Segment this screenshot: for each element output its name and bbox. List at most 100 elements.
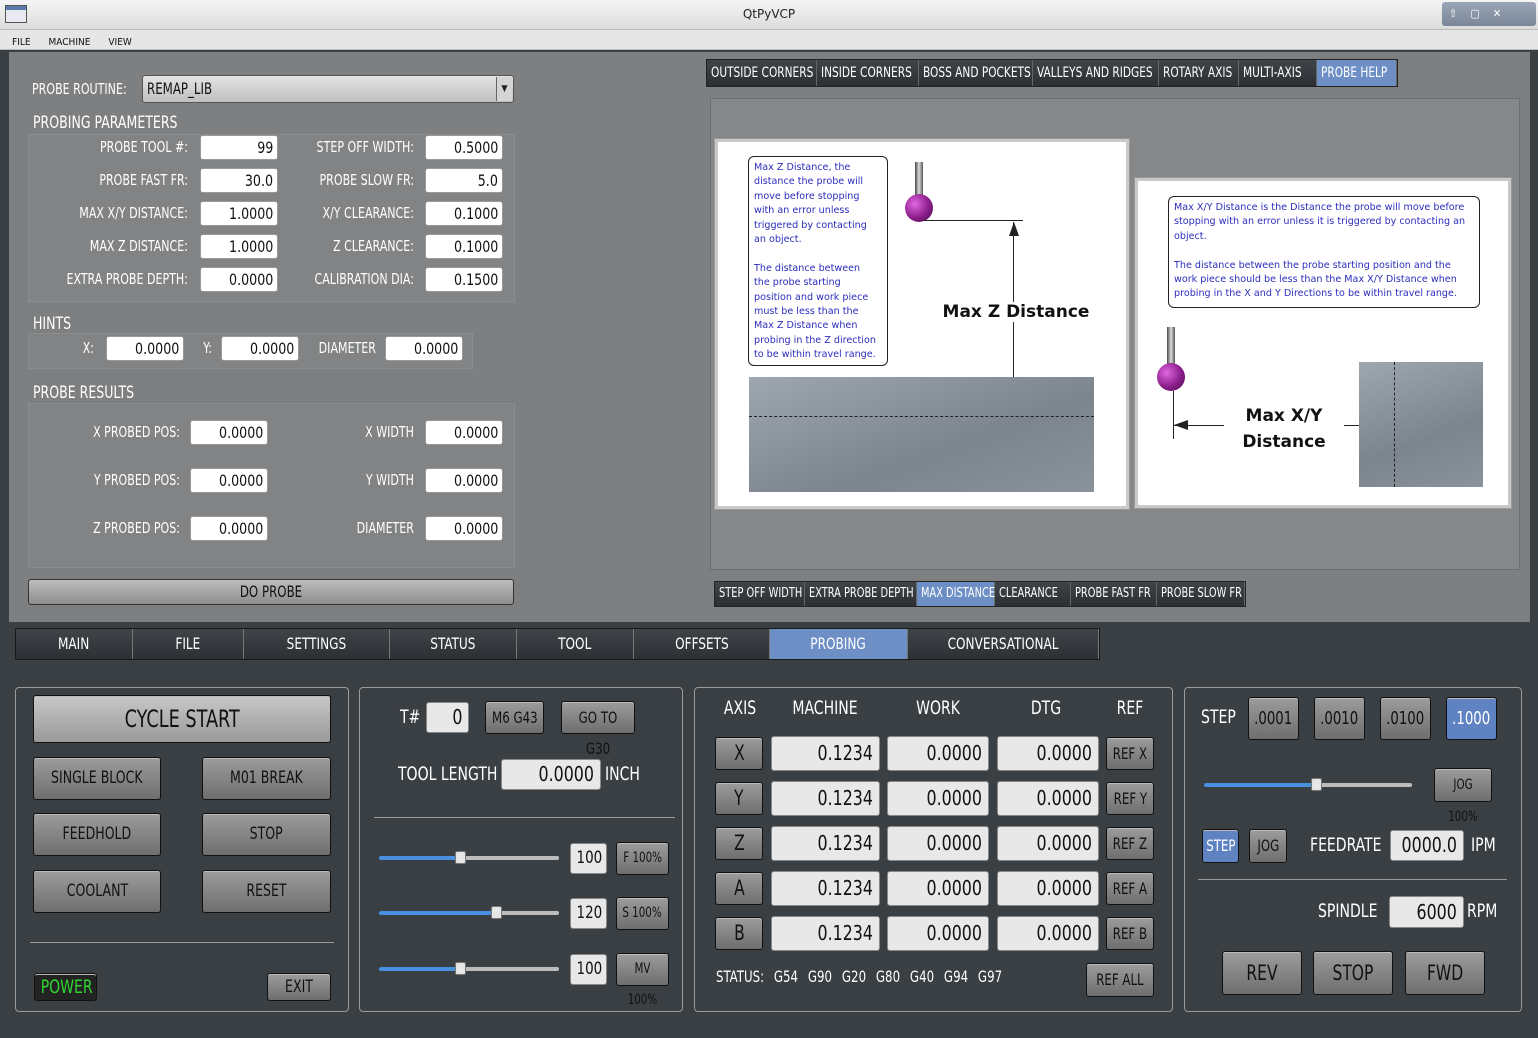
probe-ball-icon-2: [1157, 363, 1185, 391]
help-subtab[interactable]: PROBE FAST FR: [1071, 582, 1157, 606]
m6-g43-button[interactable]: M6 G43: [485, 701, 544, 734]
help-subtab[interactable]: PROBE SLOW FR: [1157, 582, 1245, 606]
step-size-button[interactable]: .0001: [1248, 697, 1299, 740]
main-tab[interactable]: OFFSETS: [634, 629, 770, 659]
spindle-stop-button[interactable]: STOP: [1313, 951, 1393, 995]
probe-results-header: PROBE RESULTS: [33, 383, 135, 403]
ref-axis-button[interactable]: REF Z: [1106, 827, 1154, 860]
ref-axis-button[interactable]: REF X: [1106, 737, 1154, 770]
go-to-g30-button[interactable]: GO TO G30: [561, 701, 635, 758]
help-tab[interactable]: BOSS AND POCKETS: [919, 60, 1033, 86]
result-label-2: Y WIDTH: [365, 471, 414, 489]
help-tab[interactable]: OUTSIDE CORNERS: [707, 60, 817, 86]
cycle-start-button[interactable]: CYCLE START: [33, 695, 331, 743]
axis-button[interactable]: Z: [715, 827, 763, 860]
main-tab[interactable]: FILE: [133, 629, 244, 659]
param-field-2[interactable]: 0.1000: [425, 234, 503, 259]
override-slider[interactable]: [379, 851, 559, 864]
jog-override-button[interactable]: JOG 100%: [1434, 768, 1492, 825]
help-tab[interactable]: PROBE HELP: [1317, 60, 1397, 86]
help-subtab[interactable]: CLEARANCE: [995, 582, 1071, 606]
maximize-up-icon[interactable]: ⇧: [1442, 2, 1464, 26]
single-block-button[interactable]: SINGLE BLOCK: [33, 757, 161, 800]
param-field[interactable]: 30.0: [200, 168, 278, 193]
result-field[interactable]: 0.0000: [190, 468, 268, 493]
ref-axis-button[interactable]: REF B: [1106, 917, 1154, 950]
override-reset-button[interactable]: MV 100%: [616, 953, 669, 1008]
tool-number-field[interactable]: 0: [426, 702, 469, 733]
close-icon[interactable]: ✕: [1486, 2, 1508, 26]
exit-button[interactable]: EXIT: [267, 973, 331, 1001]
reset-button[interactable]: RESET: [202, 870, 331, 913]
dtg-position: 0.0000: [997, 871, 1099, 906]
stop-button[interactable]: STOP: [202, 813, 331, 856]
main-tab[interactable]: MAIN: [16, 629, 133, 659]
help-tab[interactable]: INSIDE CORNERS: [817, 60, 919, 86]
main-tab[interactable]: SETTINGS: [244, 629, 390, 659]
do-probe-button[interactable]: DO PROBE: [28, 579, 514, 605]
power-button[interactable]: POWER: [34, 973, 97, 1001]
result-field[interactable]: 0.0000: [190, 420, 268, 445]
menu-view[interactable]: VIEW: [108, 34, 131, 52]
override-reset-button[interactable]: F 100%: [616, 842, 669, 875]
ref-all-button[interactable]: REF ALL: [1086, 963, 1154, 997]
feedhold-button[interactable]: FEEDHOLD: [33, 813, 161, 856]
override-value[interactable]: 100: [570, 954, 607, 985]
main-tab[interactable]: STATUS: [390, 629, 517, 659]
param-field[interactable]: 99: [200, 135, 278, 160]
help-subtab[interactable]: MAX DISTANCE: [917, 582, 995, 606]
axis-button[interactable]: Y: [715, 782, 763, 815]
param-field-2[interactable]: 5.0: [425, 168, 503, 193]
m01-break-button[interactable]: M01 BREAK: [202, 757, 331, 800]
coolant-button[interactable]: COOLANT: [33, 870, 161, 913]
step-size-button[interactable]: .1000: [1446, 697, 1497, 740]
hint-diameter-field[interactable]: 0.0000: [385, 336, 463, 361]
axis-button[interactable]: A: [715, 872, 763, 905]
result-field-2[interactable]: 0.0000: [425, 516, 503, 541]
result-field[interactable]: 0.0000: [190, 516, 268, 541]
help-tab[interactable]: ROTARY AXIS: [1159, 60, 1239, 86]
hint-x-field[interactable]: 0.0000: [106, 336, 184, 361]
override-value[interactable]: 120: [570, 898, 607, 929]
hint-y-field[interactable]: 0.0000: [221, 336, 299, 361]
menu-file[interactable]: FILE: [12, 34, 31, 52]
ref-axis-button[interactable]: REF A: [1106, 872, 1154, 905]
result-field-2[interactable]: 0.0000: [425, 420, 503, 445]
override-slider[interactable]: [379, 906, 559, 919]
tool-length-field[interactable]: 0.0000: [501, 759, 601, 790]
chevron-down-icon[interactable]: ▼: [496, 77, 512, 101]
main-tab[interactable]: PROBING: [770, 629, 908, 659]
step-size-button[interactable]: .0100: [1380, 697, 1431, 740]
jog-speed-slider[interactable]: [1204, 778, 1412, 791]
restore-icon[interactable]: ▢: [1464, 2, 1486, 26]
ref-axis-button[interactable]: REF Y: [1106, 782, 1154, 815]
override-slider[interactable]: [379, 962, 559, 975]
param-field-2[interactable]: 0.1000: [425, 201, 503, 226]
param-field[interactable]: 0.0000: [200, 267, 278, 292]
step-mode-button[interactable]: STEP: [1202, 829, 1239, 863]
result-field-2[interactable]: 0.0000: [425, 468, 503, 493]
tool-number-label: T#: [400, 706, 421, 728]
help-subtab[interactable]: STEP OFF WIDTH: [715, 582, 805, 606]
help-subtab[interactable]: EXTRA PROBE DEPTH: [805, 582, 917, 606]
param-field-2[interactable]: 0.5000: [425, 135, 503, 160]
step-size-button[interactable]: .0010: [1314, 697, 1365, 740]
spindle-rev-button[interactable]: REV: [1222, 951, 1302, 995]
param-field-2[interactable]: 0.1500: [425, 267, 503, 292]
feedrate-field[interactable]: 0000.0: [1390, 830, 1464, 861]
spindle-field[interactable]: 6000: [1389, 896, 1464, 928]
jog-mode-button[interactable]: JOG: [1249, 829, 1287, 863]
help-tab[interactable]: MULTI-AXIS: [1239, 60, 1317, 86]
main-tab[interactable]: CONVERSATIONAL: [908, 629, 1099, 659]
probe-routine-select[interactable]: REMAP_LIB ▼: [142, 75, 514, 103]
axis-button[interactable]: X: [715, 737, 763, 770]
help-tab[interactable]: VALLEYS AND RIDGES: [1033, 60, 1159, 86]
main-tab[interactable]: TOOL: [517, 629, 634, 659]
param-field[interactable]: 1.0000: [200, 201, 278, 226]
menu-machine[interactable]: MACHINE: [49, 34, 91, 52]
axis-button[interactable]: B: [715, 917, 763, 950]
param-field[interactable]: 1.0000: [200, 234, 278, 259]
spindle-fwd-button[interactable]: FWD: [1405, 951, 1485, 995]
override-reset-button[interactable]: S 100%: [616, 897, 669, 930]
override-value[interactable]: 100: [570, 843, 607, 874]
